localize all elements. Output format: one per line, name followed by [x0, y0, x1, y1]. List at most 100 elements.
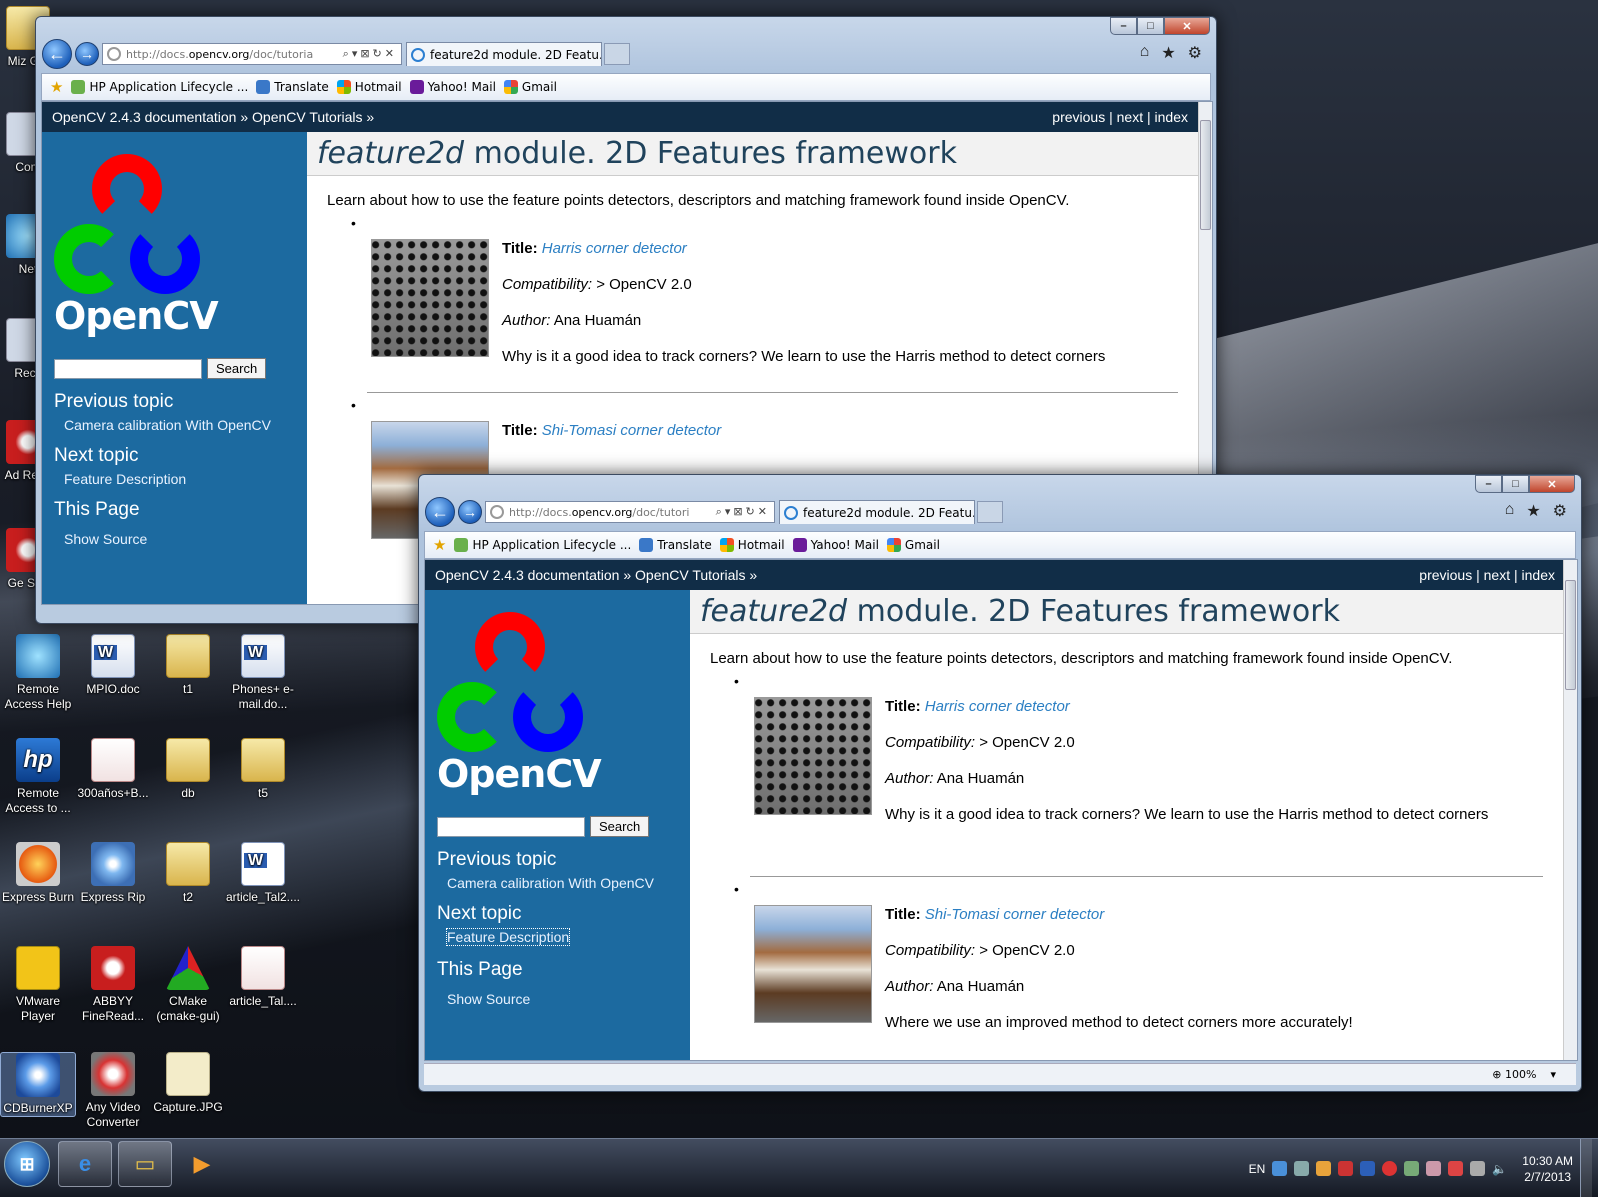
- address-tools-icon[interactable]: ⌕▾⊠↻✕: [343, 47, 401, 61]
- bluetooth-icon[interactable]: [1360, 1161, 1376, 1176]
- maximize-button[interactable]: □: [1137, 17, 1164, 35]
- harris-thumbnail[interactable]: [371, 239, 489, 357]
- scrollbar-thumb[interactable]: [1565, 580, 1576, 690]
- language-indicator[interactable]: EN: [1249, 1162, 1266, 1176]
- next-topic-link[interactable]: Feature Description: [64, 471, 307, 487]
- tray-app-icon[interactable]: [1404, 1161, 1420, 1176]
- desktop-icon[interactable]: CMake (cmake-gui): [150, 946, 226, 1024]
- search-input[interactable]: [437, 816, 585, 837]
- previous-topic-link[interactable]: Camera calibration With OpenCV: [447, 875, 690, 891]
- close-window-button[interactable]: ✕: [1164, 17, 1210, 35]
- volume-icon[interactable]: 🔈: [1492, 1162, 1507, 1176]
- home-icon[interactable]: ⌂: [1140, 43, 1150, 63]
- favorite-link[interactable]: Gmail: [886, 538, 940, 552]
- forward-button[interactable]: →: [458, 500, 482, 524]
- previous-link[interactable]: previous: [1419, 567, 1472, 583]
- shield-icon[interactable]: [1338, 1161, 1354, 1176]
- show-source-link[interactable]: Show Source: [64, 531, 307, 547]
- new-tab-button[interactable]: [977, 501, 1003, 523]
- desktop-icon[interactable]: Express Burn: [0, 842, 76, 905]
- desktop-icon[interactable]: Capture.JPG: [150, 1052, 226, 1115]
- desktop-icon[interactable]: 300años+B...: [75, 738, 151, 801]
- favorite-link[interactable]: Yahoo! Mail: [792, 538, 879, 552]
- home-icon[interactable]: ⌂: [1505, 501, 1515, 521]
- desktop-icon[interactable]: t2: [150, 842, 226, 905]
- media-player-taskbar-button[interactable]: ▶: [180, 1141, 224, 1187]
- desktop-icon[interactable]: ABBYY FineRead...: [75, 946, 151, 1024]
- favorite-link[interactable]: HP Application Lifecycle ...: [71, 80, 248, 94]
- favorites-star-icon[interactable]: ★: [1526, 501, 1540, 521]
- flag-icon[interactable]: [1448, 1161, 1464, 1176]
- show-desktop-button[interactable]: [1580, 1139, 1592, 1197]
- tutorial-title-link[interactable]: Harris corner detector: [542, 240, 687, 257]
- browser-tab[interactable]: feature2d module. 2D Featu... ✕: [779, 500, 975, 524]
- add-favorite-star-icon[interactable]: ★: [50, 78, 63, 96]
- back-button[interactable]: ←: [425, 497, 455, 527]
- desktop-icon[interactable]: Express Rip: [75, 842, 151, 905]
- vertical-scrollbar[interactable]: [1563, 560, 1577, 1060]
- network-tray-icon[interactable]: [1272, 1161, 1288, 1176]
- desktop-icon[interactable]: Any Video Converter: [75, 1052, 151, 1130]
- desktop-icon[interactable]: Remote Access Help: [0, 634, 76, 712]
- previous-topic-link[interactable]: Camera calibration With OpenCV: [64, 417, 307, 433]
- tray-app-icon[interactable]: [1382, 1161, 1398, 1176]
- index-link[interactable]: index: [1155, 109, 1188, 125]
- address-bar[interactable]: http://docs. opencv.org/doc/tutoria ⌕▾⊠↻✕: [102, 43, 402, 65]
- search-button[interactable]: Search: [207, 358, 267, 379]
- back-button[interactable]: ←: [42, 39, 72, 69]
- desktop-icon[interactable]: db: [150, 738, 226, 801]
- desktop-icon-selected[interactable]: CDBurnerXP: [0, 1052, 76, 1117]
- tutorial-title-link[interactable]: Shi-Tomasi corner detector: [542, 422, 722, 439]
- address-bar[interactable]: http://docs. opencv.org/doc/tutori ⌕▾⊠↻✕: [485, 501, 775, 523]
- clock[interactable]: 10:30 AM 2/7/2013: [1522, 1153, 1573, 1185]
- desktop-icon[interactable]: Phones+ e-mail.do...: [225, 634, 301, 712]
- search-button[interactable]: Search: [590, 816, 650, 837]
- tray-app-icon[interactable]: [1426, 1161, 1442, 1176]
- favorite-link[interactable]: Translate: [639, 538, 712, 552]
- harris-thumbnail[interactable]: [754, 697, 872, 815]
- minimize-button[interactable]: –: [1110, 17, 1137, 35]
- desktop-icon[interactable]: hp Remote Access to ...: [0, 738, 76, 816]
- forward-button[interactable]: →: [75, 42, 99, 66]
- favorite-link[interactable]: HP Application Lifecycle ...: [454, 538, 631, 552]
- tutorial-title-link[interactable]: Harris corner detector: [925, 698, 1070, 715]
- previous-link[interactable]: previous: [1052, 109, 1105, 125]
- desktop-icon[interactable]: VMware Player: [0, 946, 76, 1024]
- internet-explorer-taskbar-button[interactable]: e: [58, 1141, 112, 1187]
- minimize-button[interactable]: –: [1475, 475, 1502, 493]
- add-favorite-star-icon[interactable]: ★: [433, 536, 446, 554]
- desktop-icon[interactable]: MPIO.doc: [75, 634, 151, 697]
- favorites-star-icon[interactable]: ★: [1161, 43, 1175, 63]
- breadcrumb[interactable]: OpenCV 2.4.3 documentation » OpenCV Tuto…: [52, 109, 374, 125]
- maximize-button[interactable]: □: [1502, 475, 1529, 493]
- show-source-link[interactable]: Show Source: [447, 991, 690, 1007]
- file-explorer-taskbar-button[interactable]: ▭: [118, 1141, 172, 1187]
- desktop-icon[interactable]: article_Tal2....: [225, 842, 301, 905]
- start-button[interactable]: ⊞: [4, 1141, 50, 1187]
- browser-window-front[interactable]: – □ ✕ ← → http://docs. opencv.org/doc/tut…: [418, 474, 1582, 1092]
- favorite-link[interactable]: Translate: [256, 80, 329, 94]
- close-window-button[interactable]: ✕: [1529, 475, 1575, 493]
- gear-icon[interactable]: ⚙: [1188, 43, 1202, 63]
- breadcrumb[interactable]: OpenCV 2.4.3 documentation » OpenCV Tuto…: [435, 567, 757, 583]
- favorite-link[interactable]: Yahoo! Mail: [409, 80, 496, 94]
- next-link[interactable]: next: [1484, 567, 1510, 583]
- new-tab-button[interactable]: [604, 43, 630, 65]
- desktop-icon[interactable]: t1: [150, 634, 226, 697]
- next-link[interactable]: next: [1117, 109, 1143, 125]
- search-input[interactable]: [54, 358, 202, 379]
- zoom-level[interactable]: 100%: [1505, 1068, 1536, 1081]
- next-topic-link[interactable]: Feature Description: [445, 928, 571, 946]
- desktop-icon[interactable]: t5: [225, 738, 301, 801]
- scrollbar-thumb[interactable]: [1200, 120, 1211, 230]
- gear-icon[interactable]: ⚙: [1553, 501, 1567, 521]
- index-link[interactable]: index: [1522, 567, 1555, 583]
- address-tools-icon[interactable]: ⌕▾⊠↻✕: [716, 505, 774, 519]
- zoom-dropdown-icon[interactable]: ▾: [1550, 1068, 1556, 1081]
- favorite-link[interactable]: Gmail: [503, 80, 557, 94]
- favorite-link[interactable]: Hotmail: [336, 80, 402, 94]
- favorite-link[interactable]: Hotmail: [719, 538, 785, 552]
- tutorial-title-link[interactable]: Shi-Tomasi corner detector: [925, 906, 1105, 923]
- tray-app-icon[interactable]: [1316, 1161, 1332, 1176]
- monitor-tray-icon[interactable]: [1294, 1161, 1310, 1176]
